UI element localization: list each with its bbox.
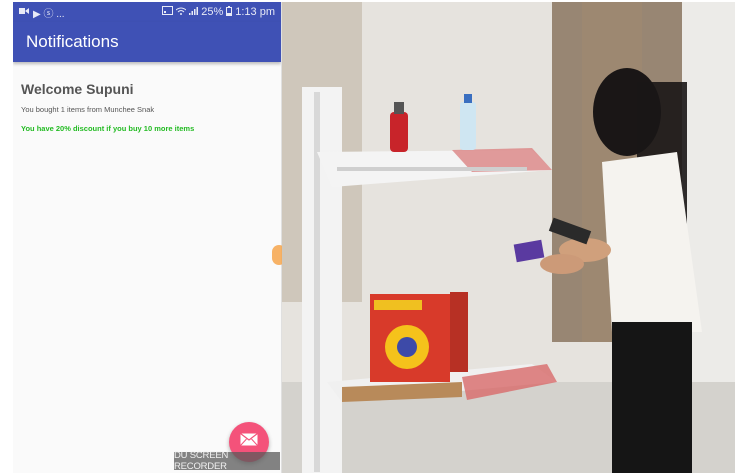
- signal-icon: [189, 6, 199, 18]
- page-title: Notifications: [26, 32, 119, 51]
- status-left: ▶ ⓢ ...: [19, 5, 65, 20]
- phone-screen: ▶ ⓢ ... 25% 1:13 pm Notifications Welcom…: [13, 2, 282, 473]
- battery-level: 25%: [201, 6, 224, 18]
- notification-content: Welcome Supuni You bought 1 items from M…: [13, 62, 281, 133]
- video-scene: [282, 2, 735, 473]
- camera-video-feed: [282, 2, 735, 473]
- status-right: 25% 1:13 pm: [162, 5, 275, 19]
- video-record-icon: [19, 7, 29, 18]
- app-bar: Notifications: [13, 22, 281, 62]
- notification-heading: Welcome Supuni: [21, 81, 134, 97]
- screen-recorder-watermark: DU SCREEN RECORDER: [174, 450, 280, 472]
- discount-message: You have 20% discount if you buy 10 more…: [21, 124, 195, 133]
- mail-icon: [240, 433, 258, 451]
- wifi-icon: [175, 6, 187, 18]
- notification-message: You bought 1 items from Munchee Snak: [21, 105, 155, 114]
- clock: 1:13 pm: [235, 6, 275, 18]
- battery-icon: [226, 5, 233, 19]
- screen-frame: ▶ ⓢ ... 25% 1:13 pm Notifications Welcom…: [0, 0, 748, 475]
- status-left-indicators: ▶ ⓢ ...: [33, 8, 65, 20]
- cast-icon: [162, 6, 174, 18]
- status-bar: ▶ ⓢ ... 25% 1:13 pm: [13, 2, 281, 22]
